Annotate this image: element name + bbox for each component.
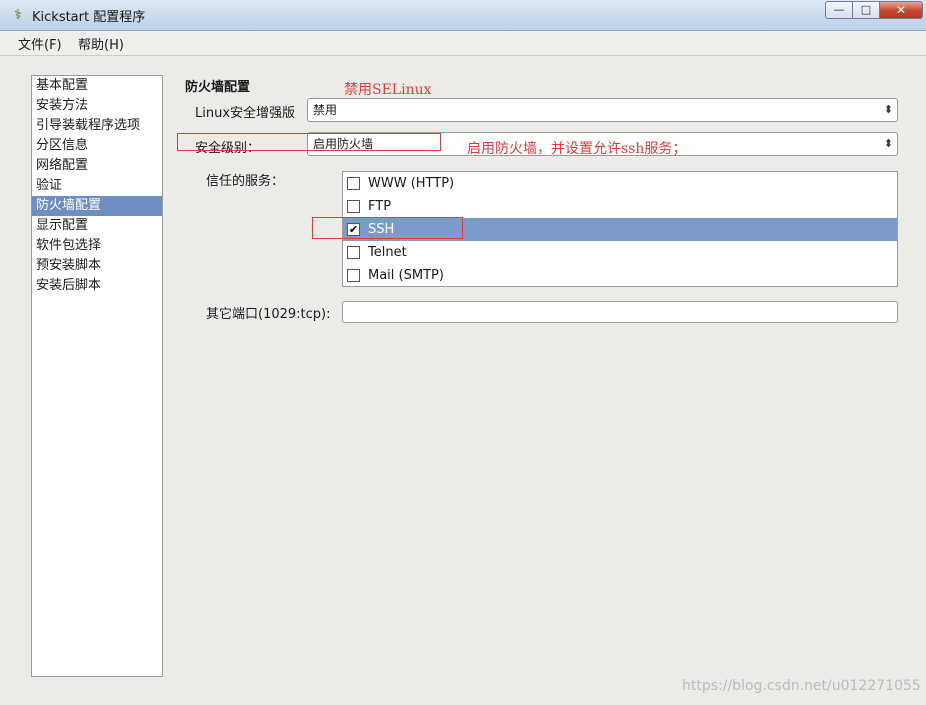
checkbox-unchecked-icon[interactable] bbox=[347, 200, 360, 213]
watermark: https://blog.csdn.net/u012271055 bbox=[682, 678, 921, 694]
checkbox-unchecked-icon[interactable] bbox=[347, 269, 360, 282]
sidebar-item-auth[interactable]: 验证 bbox=[32, 176, 162, 196]
sidebar-item-partition[interactable]: 分区信息 bbox=[32, 136, 162, 156]
sidebar-nav: 基本配置 安装方法 引导装载程序选项 分区信息 网络配置 验证 防火墙配置 显示… bbox=[31, 75, 163, 677]
sidebar-item-post-script[interactable]: 安装后脚本 bbox=[32, 276, 162, 296]
combo-arrows-icon: ⬍ bbox=[883, 137, 893, 150]
section-title: 防火墙配置 bbox=[185, 80, 251, 95]
sidebar-item-firewall[interactable]: 防火墙配置 bbox=[32, 196, 162, 216]
sidebar-item-network[interactable]: 网络配置 bbox=[32, 156, 162, 176]
minimize-button[interactable]: — bbox=[825, 1, 853, 19]
service-item-smtp[interactable]: Mail (SMTP) bbox=[343, 264, 897, 287]
menu-bar: 文件(F) 帮助(H) bbox=[0, 31, 926, 56]
sidebar-item-display[interactable]: 显示配置 bbox=[32, 216, 162, 236]
sidebar-item-pre-script[interactable]: 预安装脚本 bbox=[32, 256, 162, 276]
selinux-dropdown[interactable]: 禁用 ⬍ bbox=[307, 98, 898, 122]
sidebar-item-install-method[interactable]: 安装方法 bbox=[32, 96, 162, 116]
sidebar-item-basic-config[interactable]: 基本配置 bbox=[32, 76, 162, 96]
service-item-www[interactable]: WWW (HTTP) bbox=[343, 172, 897, 195]
checkbox-unchecked-icon[interactable] bbox=[347, 177, 360, 190]
service-item-telnet[interactable]: Telnet bbox=[343, 241, 897, 264]
checkbox-unchecked-icon[interactable] bbox=[347, 246, 360, 259]
sidebar-item-packages[interactable]: 软件包选择 bbox=[32, 236, 162, 256]
menu-file[interactable]: 文件(F) bbox=[18, 34, 62, 53]
selinux-label: Linux安全增强版 bbox=[195, 106, 296, 121]
kickstart-app-icon: ⚕ bbox=[14, 7, 22, 23]
other-ports-label: 其它端口(1029:tcp): bbox=[206, 307, 331, 322]
close-button[interactable]: ✕ bbox=[879, 1, 923, 19]
window-title: Kickstart 配置程序 bbox=[32, 10, 146, 25]
service-item-ftp[interactable]: FTP bbox=[343, 195, 897, 218]
menu-help[interactable]: 帮助(H) bbox=[78, 34, 124, 53]
selinux-dropdown-value: 禁用 bbox=[313, 103, 338, 117]
annotation-selinux-note: 禁用SELinux bbox=[344, 82, 432, 98]
other-ports-input[interactable] bbox=[342, 301, 898, 323]
sidebar-item-bootloader[interactable]: 引导装载程序选项 bbox=[32, 116, 162, 136]
maximize-button[interactable]: □ bbox=[852, 1, 880, 19]
title-bar: ⚕ Kickstart 配置程序 — □ ✕ bbox=[0, 0, 926, 31]
annotation-firewall-note: 启用防火墙，并设置允许ssh服务； bbox=[467, 141, 687, 157]
trusted-services-label: 信任的服务： bbox=[206, 174, 285, 189]
annotation-ssh-box bbox=[312, 217, 463, 239]
combo-arrows-icon: ⬍ bbox=[883, 103, 893, 116]
annotation-security-box bbox=[177, 133, 441, 151]
